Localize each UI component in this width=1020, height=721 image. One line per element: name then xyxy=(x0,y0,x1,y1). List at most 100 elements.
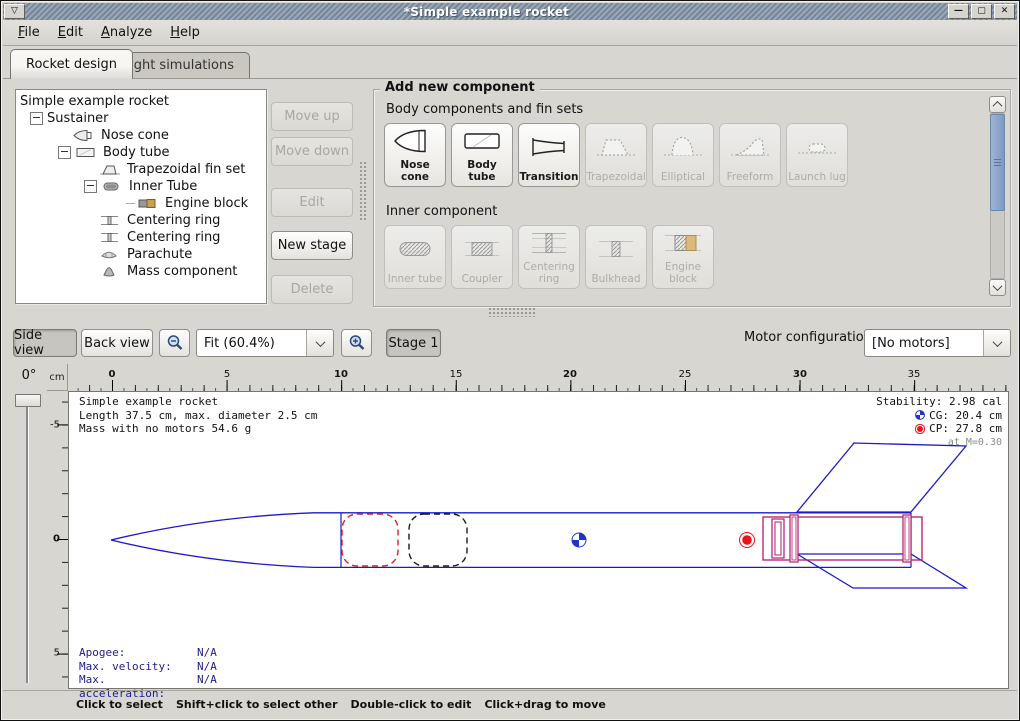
collapse-toggle-icon[interactable] xyxy=(58,146,71,159)
scrollbar-thumb[interactable] xyxy=(990,114,1005,211)
horizontal-splitter-handle[interactable] xyxy=(488,307,536,317)
add-coupler-button[interactable]: Coupler xyxy=(451,225,513,289)
magnifier-minus-icon xyxy=(165,333,185,353)
tree-item-engine-block[interactable]: Engine block xyxy=(16,195,266,212)
tree-item-mass-component[interactable]: Mass component xyxy=(16,263,266,280)
cp-value: CP: 27.8 cm xyxy=(929,422,1002,436)
add-body-tube-button[interactable]: Body tube xyxy=(451,123,513,187)
rotation-slider-track[interactable] xyxy=(26,399,29,683)
transition-icon xyxy=(519,124,579,171)
zoom-out-button[interactable] xyxy=(159,329,190,357)
add-new-component-group: Add new component Body components and fi… xyxy=(373,89,1011,307)
add-freeform-fin-button[interactable]: Freeform xyxy=(719,123,781,187)
zoom-level-select[interactable]: Fit (60.4%) xyxy=(196,329,334,357)
motor-configuration-label: Motor configuration: xyxy=(744,330,876,345)
scroll-up-button[interactable] xyxy=(989,96,1006,113)
vertical-splitter-handle[interactable] xyxy=(359,161,368,221)
edit-button[interactable]: Edit xyxy=(271,188,353,217)
tree-item-rocket[interactable]: Simple example rocket xyxy=(16,93,266,110)
fin-set-icon xyxy=(99,163,121,176)
rocket-design-canvas[interactable]: Simple example rocket Length 37.5 cm, ma… xyxy=(68,391,1009,689)
tab-rocket-design[interactable]: Rocket design xyxy=(10,49,133,79)
system-menu-icon[interactable]: ▽ xyxy=(4,4,25,19)
side-view-toggle[interactable]: Side view xyxy=(13,329,77,357)
body-tube-icon xyxy=(75,146,97,159)
stage1-toggle[interactable]: Stage 1 xyxy=(386,329,441,357)
back-view-toggle[interactable]: Back view xyxy=(81,329,153,357)
hint-double-click: Double-click to edit xyxy=(351,698,472,711)
parachute-outline xyxy=(342,514,398,566)
engine-block-outline xyxy=(772,519,784,558)
rocket-mass: Mass with no motors 54.6 g xyxy=(79,422,317,436)
tree-item-nose-cone[interactable]: Nose cone xyxy=(16,127,266,144)
close-button[interactable]: ✕ xyxy=(994,4,1015,19)
inner-tube-icon xyxy=(385,226,445,273)
launch-lug-icon xyxy=(787,124,847,171)
ruler-unit-label: cm xyxy=(47,364,68,391)
mass-component-outline xyxy=(409,514,467,566)
tree-item-body-tube[interactable]: Body tube xyxy=(16,144,266,161)
centering-ring-2-outline xyxy=(903,515,911,562)
move-down-button[interactable]: Move down xyxy=(271,137,353,166)
inner-component-label: Inner component xyxy=(386,204,497,219)
tree-item-centering-ring-2[interactable]: Centering ring xyxy=(16,229,266,246)
minimize-button[interactable]: — xyxy=(948,4,969,19)
add-launch-lug-button[interactable]: Launch lug xyxy=(786,123,848,187)
add-centering-ring-button[interactable]: Centering ring xyxy=(518,225,580,289)
max-velocity-value: N/A xyxy=(197,660,217,674)
new-stage-button[interactable]: New stage xyxy=(271,231,353,260)
statusbar: Click to select Shift+click to select ot… xyxy=(3,690,1017,718)
maximize-button[interactable]: ▢ xyxy=(971,4,992,19)
tree-item-inner-tube[interactable]: Inner Tube xyxy=(16,178,266,195)
centering-ring-1-outline xyxy=(790,515,798,562)
menu-help[interactable]: Help xyxy=(161,22,209,43)
rocket-info-block: Simple example rocket Length 37.5 cm, ma… xyxy=(79,395,317,436)
add-trapezoidal-fin-button[interactable]: Trapezoidal xyxy=(585,123,647,187)
tree-item-sustainer[interactable]: Sustainer xyxy=(16,110,266,127)
body-components-row: Nose cone Body tube Transition Trapezoid… xyxy=(384,123,848,187)
cp-legend-icon xyxy=(915,424,925,434)
elliptical-fin-icon xyxy=(653,124,713,171)
menu-edit[interactable]: Edit xyxy=(49,22,92,43)
coupler-icon xyxy=(452,226,512,273)
tree-item-parachute[interactable]: Parachute xyxy=(16,246,266,263)
move-up-button[interactable]: Move up xyxy=(271,102,353,131)
app-window: ▽ *Simple example rocket — ▢ ✕ File Edit… xyxy=(0,0,1020,721)
collapse-toggle-icon[interactable] xyxy=(30,112,43,125)
rocket-drawing xyxy=(69,392,1008,688)
zoom-in-button[interactable] xyxy=(341,329,372,357)
scroll-down-button[interactable] xyxy=(989,279,1006,296)
add-bulkhead-button[interactable]: Bulkhead xyxy=(585,225,647,289)
collapse-toggle-icon[interactable] xyxy=(84,180,97,193)
stability-block: Stability: 2.98 cal CG: 20.4 cm CP: 27.8… xyxy=(876,395,1002,449)
add-transition-button[interactable]: Transition xyxy=(518,123,580,187)
add-nose-cone-button[interactable]: Nose cone xyxy=(384,123,446,187)
cp-marker xyxy=(740,533,755,548)
tree-item-trapezoidal-fin-set[interactable]: Trapezoidal fin set xyxy=(16,161,266,178)
apogee-label: Apogee: xyxy=(79,646,197,660)
cg-marker xyxy=(572,533,586,547)
menu-file[interactable]: File xyxy=(9,22,49,43)
rotation-slider-handle[interactable] xyxy=(15,394,41,407)
engine-block-inner xyxy=(775,522,781,555)
component-tree: Simple example rocket Sustainer Nose con… xyxy=(15,89,267,304)
magnifier-plus-icon xyxy=(347,333,367,353)
motor-configuration-select[interactable]: [No motors] xyxy=(864,329,1011,357)
trapezoidal-fin-icon xyxy=(586,124,646,171)
delete-button[interactable]: Delete xyxy=(271,275,353,304)
menu-analyze[interactable]: Analyze xyxy=(92,22,161,43)
tree-item-centering-ring-1[interactable]: Centering ring xyxy=(16,212,266,229)
max-velocity-label: Max. velocity: xyxy=(79,660,197,674)
bulkhead-icon xyxy=(586,226,646,273)
chevron-down-icon[interactable] xyxy=(306,330,333,356)
tabstrip: Rocket design Flight simulations xyxy=(3,46,1017,79)
cg-value: CG: 20.4 cm xyxy=(929,409,1002,423)
add-elliptical-fin-button[interactable]: Elliptical xyxy=(652,123,714,187)
parachute-icon xyxy=(99,248,121,261)
add-engine-block-button[interactable]: Engine block xyxy=(652,225,714,289)
upper-fin xyxy=(797,443,966,512)
add-inner-tube-button[interactable]: Inner tube xyxy=(384,225,446,289)
chevron-down-icon[interactable] xyxy=(983,330,1010,356)
titlebar: ▽ *Simple example rocket — ▢ ✕ xyxy=(3,3,1017,20)
freeform-fin-icon xyxy=(720,124,780,171)
